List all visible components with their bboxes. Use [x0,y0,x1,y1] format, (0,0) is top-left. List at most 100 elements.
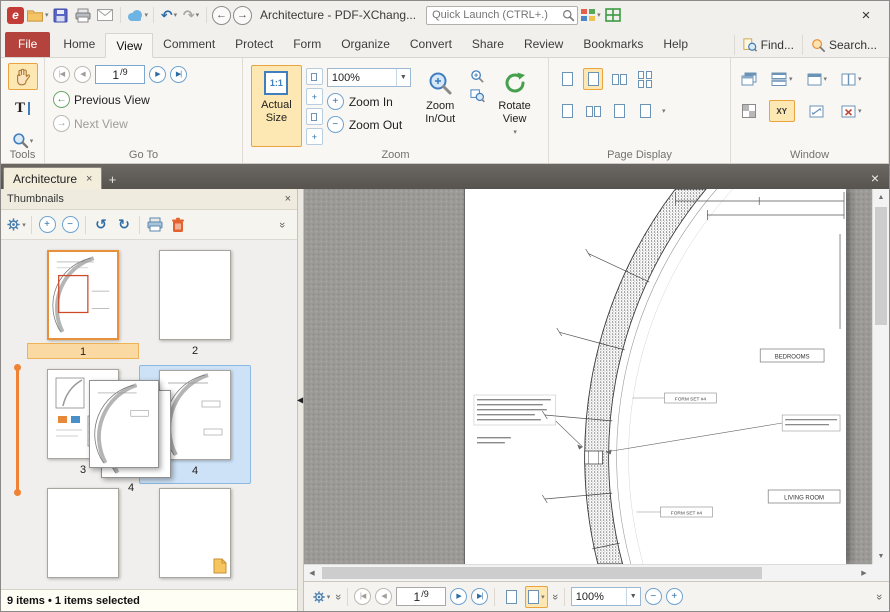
history-forward-button[interactable]: → [233,6,252,25]
xy-coordinates-button[interactable]: XY [769,100,795,122]
zoom-out-button[interactable]: − [645,588,662,605]
page-number-input[interactable]: 1/9 [396,587,446,606]
zoom-in-button[interactable]: + Zoom In [327,93,411,110]
rotate-ccw-button[interactable]: ↺ [91,215,111,235]
scroll-down-icon[interactable]: ▼ [873,548,889,564]
fit-page-icon[interactable] [306,68,323,85]
tab-bookmarks[interactable]: Bookmarks [573,32,653,57]
page-number-input[interactable]: 1/9 [95,65,145,84]
next-view-button[interactable]: → Next View [53,115,234,132]
undo-button[interactable]: ↶ ▾ [159,4,179,26]
delete-pages-button[interactable] [168,215,188,235]
new-window-button[interactable]: ▾ [805,68,830,90]
page-numbers-icon[interactable] [609,100,629,122]
last-page-button[interactable]: ▶| [471,588,488,605]
previous-view-button[interactable]: ← Previous View [53,91,234,108]
save-button[interactable] [51,4,71,26]
tab-organize[interactable]: Organize [331,32,400,57]
enlarge-thumbnails-button[interactable]: + [37,215,57,235]
close-document-button[interactable]: × [863,170,887,189]
page-scroll-icon[interactable] [557,100,577,122]
zoom-in-button[interactable]: + [666,588,683,605]
tab-review[interactable]: Review [514,32,573,57]
horizontal-scrollbar[interactable]: ◀ ▶ [304,564,872,581]
more-tools-icon[interactable]: » [332,593,344,599]
layout-grid-button[interactable] [603,4,623,26]
tab-help[interactable]: Help [653,32,698,57]
zoom-out-button[interactable]: − Zoom Out [327,116,411,133]
fit-visible-icon[interactable] [306,108,323,125]
single-page-mode-button[interactable]: ▾ [525,586,548,608]
page-layout-button[interactable] [501,586,521,608]
scroll-right-icon[interactable]: ▶ [856,565,872,581]
last-page-button[interactable]: ▶| [170,66,187,83]
select-text-tool-button[interactable]: T [8,95,38,122]
facing-pages-icon[interactable] [583,100,603,122]
previous-page-button[interactable]: ◀ [375,588,392,605]
scroll-left-icon[interactable]: ◀ [304,565,320,581]
single-page-button[interactable] [583,68,603,90]
close-window-button[interactable]: ▾ [839,100,864,122]
actual-size-button[interactable]: 1:1 Actual Size [251,65,302,147]
tab-protect[interactable]: Protect [225,32,283,57]
new-tab-button[interactable]: + [102,169,122,189]
next-page-button[interactable]: ▶ [450,588,467,605]
print-button[interactable] [73,4,93,26]
tile-windows-button[interactable]: ▾ [769,68,795,90]
zoom-in-out-button[interactable]: Zoom In/Out [415,65,466,147]
find-button[interactable]: Find... [734,35,802,55]
thumbnail-page-1[interactable]: 1 [27,246,139,365]
quick-launch-input[interactable] [426,6,578,25]
cascade-windows-button[interactable] [739,68,759,90]
first-page-button[interactable]: |◀ [354,588,371,605]
tab-form[interactable]: Form [283,32,331,57]
ui-options-button[interactable]: ▾ [580,4,601,26]
thumbnail-page-6[interactable] [139,484,251,589]
document-canvas[interactable]: BEDROOMS LIVING ROOM FORM SET #4 FORM SE… [304,189,889,581]
vertical-scrollbar[interactable]: ▲ ▼ [872,189,889,564]
cloud-button[interactable]: ▾ [126,4,149,26]
page-properties-icon[interactable] [635,100,655,122]
resize-window-button[interactable] [805,100,830,122]
thumbnail-page-2[interactable]: 2 [139,246,251,365]
vertical-scroll-thumb[interactable] [875,207,887,325]
tab-file[interactable]: File [5,32,50,57]
toolbar-more-button[interactable]: » [272,215,292,235]
hand-tool-button[interactable] [8,63,38,90]
loupe-plus-icon[interactable] [470,69,485,84]
fit-height-icon[interactable]: + [306,128,323,145]
transparency-grid-button[interactable] [739,100,759,122]
zoom-level-dropdown[interactable]: 100% ▼ [327,68,411,87]
thumbnail-page-3[interactable]: 3 [27,365,139,484]
tab-view[interactable]: View [105,33,153,58]
split-window-button[interactable]: ▾ [839,68,864,90]
next-page-button[interactable]: ▶ [149,66,166,83]
window-close-button[interactable]: × [849,7,883,24]
fit-width-icon[interactable]: + [306,88,323,105]
loupe-area-icon[interactable] [470,88,485,103]
view-options-button[interactable]: ▾ [311,587,331,607]
continuous-pages-button[interactable] [635,68,655,90]
two-pages-button[interactable] [609,68,629,90]
open-folder-button[interactable]: ▾ [26,4,49,26]
scroll-up-icon[interactable]: ▲ [873,189,889,205]
document-page[interactable]: BEDROOMS LIVING ROOM FORM SET #4 FORM SE… [464,189,846,564]
page-layout-icon[interactable] [557,68,577,90]
redo-button[interactable]: ↷ ▾ [181,4,201,26]
splitter-collapse-icon[interactable]: ◀ [297,396,303,405]
panel-close-button[interactable]: × [285,193,291,205]
search-button[interactable]: Search... [802,35,885,55]
dropdown-icon[interactable]: ▾ [662,107,666,115]
thumbnails-options-button[interactable]: ▾ [6,215,26,235]
tab-share[interactable]: Share [462,32,514,57]
reduce-thumbnails-button[interactable]: − [60,215,80,235]
print-pages-button[interactable] [145,215,165,235]
document-tab-architecture[interactable]: Architecture × [3,167,102,189]
history-back-button[interactable]: ← [212,6,231,25]
thumbnail-page-4[interactable]: 4 [139,365,251,484]
more-status-icon[interactable]: » [873,593,885,599]
zoom-level-dropdown[interactable]: 100% ▼ [571,587,641,606]
tab-home[interactable]: Home [53,32,105,57]
previous-page-button[interactable]: ◀ [74,66,91,83]
rotate-view-button[interactable]: Rotate View ▾ [489,65,540,147]
